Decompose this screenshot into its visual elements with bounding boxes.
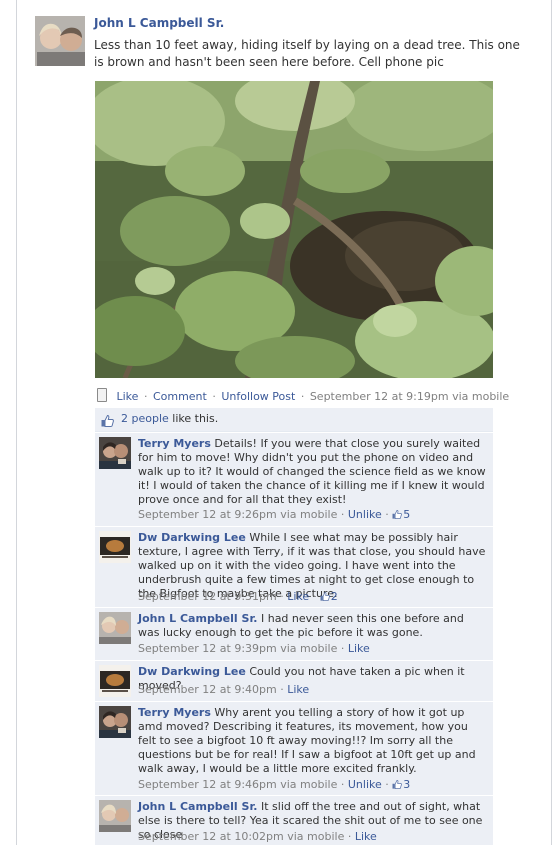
unlike-link[interactable]: Unlike xyxy=(348,778,382,791)
post-timestamp[interactable]: September 12 at 9:19pm via mobile xyxy=(310,390,509,403)
comment-timestamp[interactable]: September 12 at 9:31pm xyxy=(138,590,277,603)
likes-summary: 2 people like this. xyxy=(95,408,493,432)
comment-timestamp[interactable]: September 12 at 10:02pm via mobile xyxy=(138,830,344,843)
comment-item: Terry Myers Details! If you were that cl… xyxy=(95,432,493,526)
comment-author[interactable]: Terry Myers xyxy=(138,706,211,719)
comment-meta: September 12 at 10:02pm via mobile · Lik… xyxy=(138,830,377,843)
thumbs-up-icon xyxy=(392,780,403,789)
commenter-avatar[interactable] xyxy=(99,612,131,644)
commenter-avatar[interactable] xyxy=(99,437,131,469)
likes-suffix: like this. xyxy=(168,412,219,425)
post-author-avatar[interactable] xyxy=(35,16,85,66)
comment-item: John L Campbell Sr. It slid off the tree… xyxy=(95,795,493,846)
comment-timestamp[interactable]: September 12 at 9:40pm xyxy=(138,683,277,696)
post-action-bar: Like · Comment · Unfollow Post · Septemb… xyxy=(97,388,509,404)
like-link[interactable]: Like xyxy=(355,830,377,843)
left-border xyxy=(16,0,17,845)
separator: · xyxy=(312,590,320,603)
separator: · xyxy=(347,830,355,843)
unlike-link[interactable]: Unlike xyxy=(348,508,382,521)
like-count: 3 xyxy=(403,778,411,791)
unfollow-post-link[interactable]: Unfollow Post xyxy=(221,390,295,403)
comment-author[interactable]: John L Campbell Sr. xyxy=(138,612,257,625)
post-text: Less than 10 feet away, hiding itself by… xyxy=(94,38,520,69)
comment-body: Terry Myers Details! If you were that cl… xyxy=(138,437,488,507)
comment-item: Dw Darkwing Lee While I see what may be … xyxy=(95,526,493,607)
like-link[interactable]: Like xyxy=(287,590,309,603)
commenter-avatar[interactable] xyxy=(99,531,131,563)
comment-author[interactable]: Dw Darkwing Lee xyxy=(138,665,246,678)
comment-item: Dw Darkwing Lee Could you not have taken… xyxy=(95,660,493,701)
separator: · xyxy=(143,390,148,403)
post-photo[interactable] xyxy=(95,81,493,378)
comment-timestamp[interactable]: September 12 at 9:46pm via mobile xyxy=(138,778,337,791)
likers-link[interactable]: 2 people xyxy=(121,412,169,425)
comments-section: 2 people like this. Terry Myers Details!… xyxy=(95,408,493,845)
comment-body: John L Campbell Sr. I had never seen thi… xyxy=(138,612,488,640)
mobile-phone-icon xyxy=(97,388,107,402)
separator: · xyxy=(212,390,216,403)
comment-body: Terry Myers Why arent you telling a stor… xyxy=(138,706,488,776)
comment-author[interactable]: Terry Myers xyxy=(138,437,211,450)
commenter-avatar[interactable] xyxy=(99,800,131,832)
comment-timestamp[interactable]: September 12 at 9:26pm via mobile xyxy=(138,508,337,521)
separator: · xyxy=(340,778,348,791)
post-author-name[interactable]: John L Campbell Sr. xyxy=(94,16,224,30)
comment-meta: September 12 at 9:46pm via mobile · Unli… xyxy=(138,778,410,791)
right-border xyxy=(551,0,552,845)
comment-likes-count[interactable]: 3 xyxy=(392,778,410,791)
separator: · xyxy=(340,508,348,521)
comment-meta: September 12 at 9:40pm · Like xyxy=(138,683,309,696)
comment-item: John L Campbell Sr. I had never seen thi… xyxy=(95,607,493,660)
like-link[interactable]: Like xyxy=(117,390,139,403)
comment-likes-count[interactable]: 5 xyxy=(392,508,410,521)
commenter-avatar[interactable] xyxy=(99,665,131,697)
like-count: 5 xyxy=(403,508,411,521)
separator: · xyxy=(340,642,348,655)
thumbs-up-icon xyxy=(392,510,403,519)
comment-timestamp[interactable]: September 12 at 9:39pm via mobile xyxy=(138,642,337,655)
comment-meta: September 12 at 9:26pm via mobile · Unli… xyxy=(138,508,410,521)
comment-author[interactable]: John L Campbell Sr. xyxy=(138,800,257,813)
comment-author[interactable]: Dw Darkwing Lee xyxy=(138,531,246,544)
like-link[interactable]: Like xyxy=(348,642,370,655)
comment-item: Terry Myers Why arent you telling a stor… xyxy=(95,701,493,795)
commenter-avatar[interactable] xyxy=(99,706,131,738)
comment-link[interactable]: Comment xyxy=(153,390,207,403)
thumbs-up-icon xyxy=(320,592,330,601)
comment-meta: September 12 at 9:31pm · Like · 2 xyxy=(138,590,338,603)
like-link[interactable]: Like xyxy=(287,683,309,696)
comment-meta: September 12 at 9:39pm via mobile · Like xyxy=(138,642,370,655)
comment-likes-count[interactable]: 2 xyxy=(320,590,338,603)
separator: · xyxy=(300,390,305,403)
like-count: 2 xyxy=(330,590,338,603)
